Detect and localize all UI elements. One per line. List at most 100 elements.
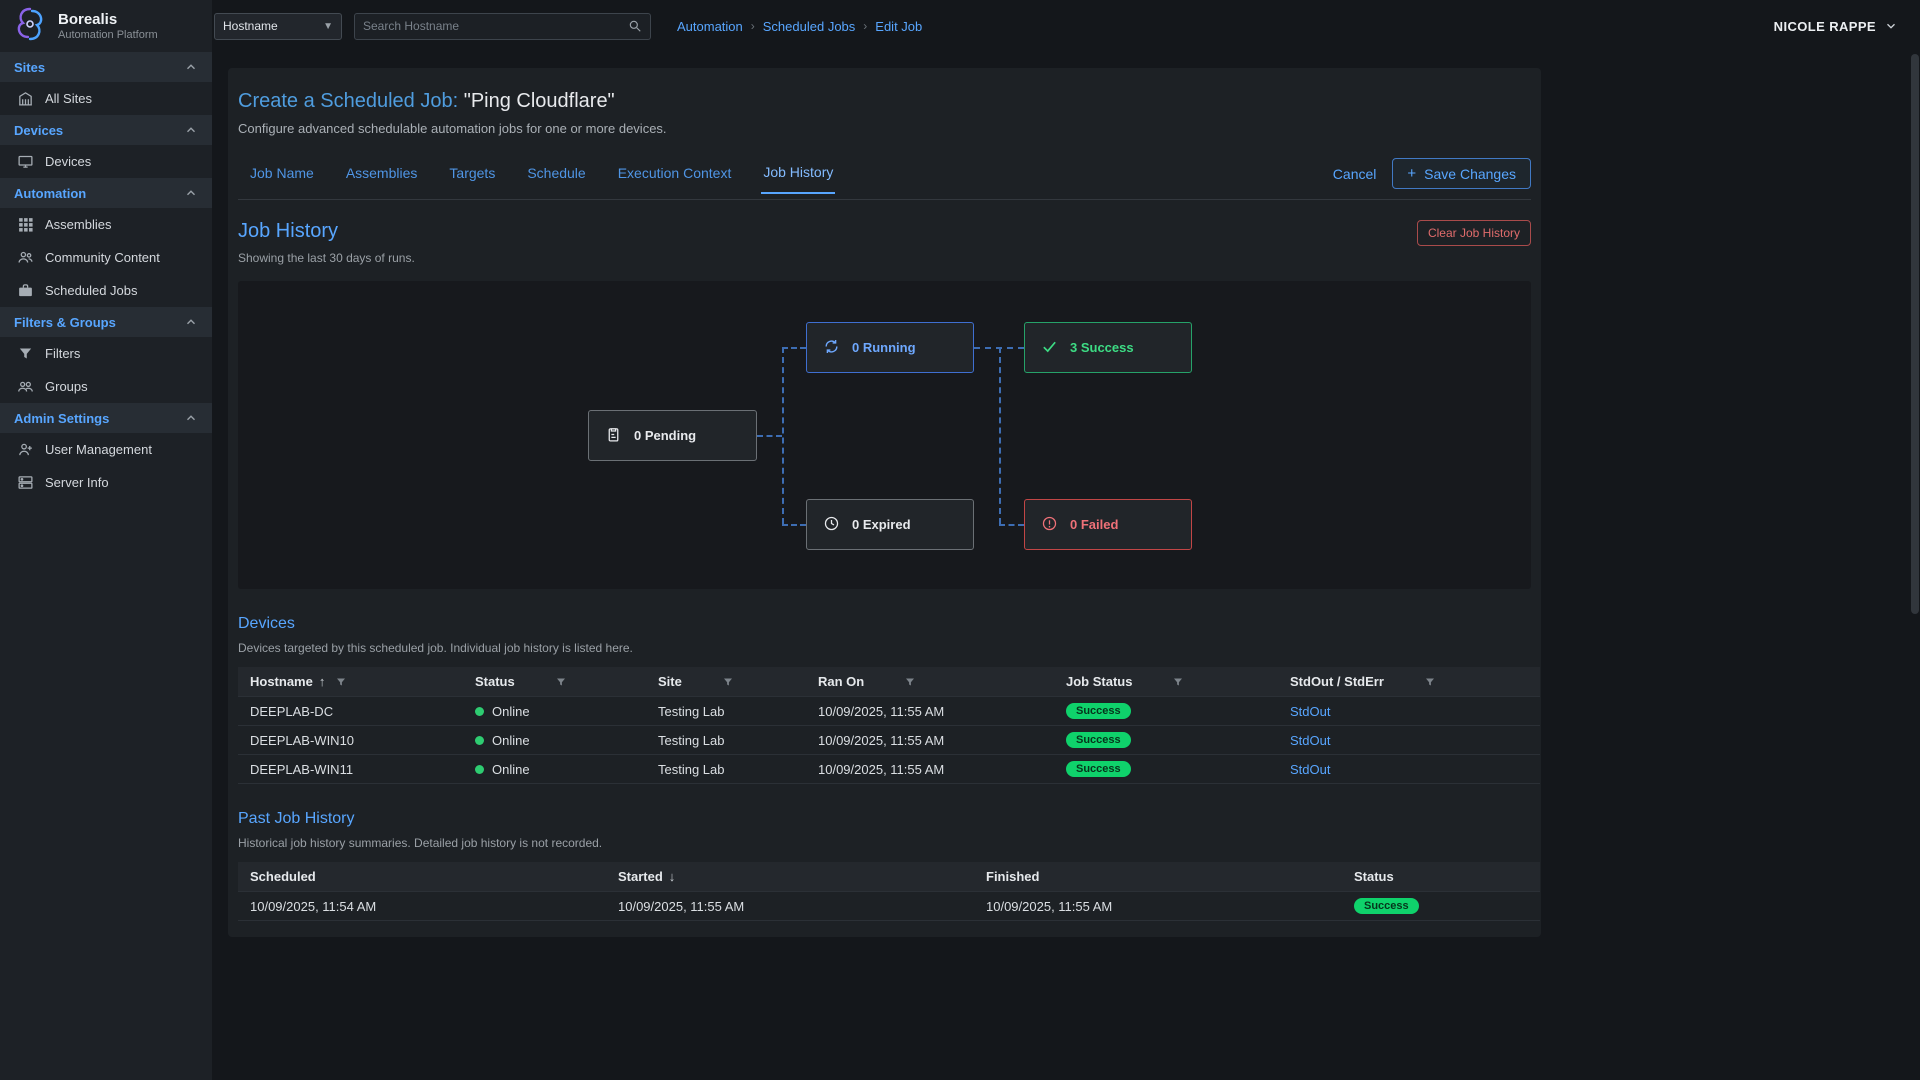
status-badge: Success bbox=[1354, 898, 1419, 914]
stdout-cell: StdOut bbox=[1278, 733, 1540, 748]
brand-text: Borealis Automation Platform bbox=[58, 11, 158, 40]
column-header-job-status[interactable]: Job Status bbox=[1054, 674, 1278, 689]
brand-name: Borealis bbox=[58, 11, 158, 28]
tab-execution-context[interactable]: Execution Context bbox=[616, 165, 734, 193]
column-header-stdout-stderr[interactable]: StdOut / StdErr bbox=[1278, 674, 1540, 689]
content-area: Create a Scheduled Job: "Ping Cloudflare… bbox=[212, 52, 1920, 1080]
section-label: Sites bbox=[14, 60, 45, 75]
failed-node: 0 Failed bbox=[1024, 499, 1192, 550]
tab-job-name[interactable]: Job Name bbox=[248, 165, 316, 193]
sidebar-section-filters-groups[interactable]: Filters & Groups bbox=[0, 307, 212, 337]
column-header-status[interactable]: Status bbox=[1342, 869, 1540, 884]
column-header-ran-on[interactable]: Ran On bbox=[806, 674, 1054, 689]
filter-icon[interactable] bbox=[1424, 676, 1436, 688]
past-job-history-heading: Past Job History bbox=[238, 810, 1531, 828]
sidebar-item-user-management[interactable]: User Management bbox=[0, 433, 212, 466]
save-changes-label: Save Changes bbox=[1424, 166, 1516, 182]
breadcrumb-automation[interactable]: Automation bbox=[677, 19, 743, 34]
tab-assemblies[interactable]: Assemblies bbox=[344, 165, 420, 193]
tab-schedule[interactable]: Schedule bbox=[525, 165, 587, 193]
connector-line bbox=[757, 435, 782, 437]
user-menu[interactable]: NICOLE RAPPE bbox=[1774, 19, 1898, 34]
column-header-scheduled[interactable]: Scheduled bbox=[238, 869, 606, 884]
devices-table: Hostname ↑ Status bbox=[238, 667, 1540, 784]
connector-line bbox=[782, 347, 784, 524]
briefcase-icon bbox=[16, 282, 34, 300]
hostname-select[interactable]: Hostname ▼ bbox=[214, 13, 342, 40]
sidebar-item-filters[interactable]: Filters bbox=[0, 337, 212, 370]
failed-label: 0 Failed bbox=[1070, 517, 1118, 532]
filter-icon[interactable] bbox=[335, 676, 347, 688]
sidebar-section-automation[interactable]: Automation bbox=[0, 178, 212, 208]
scrollbar-thumb[interactable] bbox=[1911, 54, 1919, 614]
tab-targets[interactable]: Targets bbox=[447, 165, 497, 193]
breadcrumb-scheduled-jobs[interactable]: Scheduled Jobs bbox=[763, 19, 856, 34]
pending-node: 0 Pending bbox=[588, 410, 757, 461]
job-status-cell: Success bbox=[1054, 732, 1278, 748]
table-row[interactable]: DEEPLAB-WIN11 Online Testing Lab 10/09/2… bbox=[238, 754, 1540, 783]
app-root: Borealis Automation Platform Sites All S… bbox=[0, 0, 1920, 1080]
community-icon bbox=[16, 249, 34, 267]
online-status-dot bbox=[475, 765, 484, 774]
ran-on-cell: 10/09/2025, 11:55 AM bbox=[806, 733, 1054, 748]
table-row[interactable]: DEEPLAB-WIN10 Online Testing Lab 10/09/2… bbox=[238, 725, 1540, 754]
clear-job-history-button[interactable]: Clear Job History bbox=[1417, 220, 1531, 246]
sidebar-item-label: Assemblies bbox=[45, 217, 111, 232]
funnel-icon bbox=[16, 345, 34, 363]
sidebar-item-community-content[interactable]: Community Content bbox=[0, 241, 212, 274]
ran-on-cell: 10/09/2025, 11:55 AM bbox=[806, 704, 1054, 719]
tab-job-history[interactable]: Job History bbox=[761, 164, 835, 194]
sidebar-item-server-info[interactable]: Server Info bbox=[0, 466, 212, 499]
table-row[interactable]: DEEPLAB-DC Online Testing Lab 10/09/2025… bbox=[238, 696, 1540, 725]
chevron-up-icon bbox=[184, 315, 198, 329]
sidebar-section-sites[interactable]: Sites bbox=[0, 52, 212, 82]
column-header-status[interactable]: Status bbox=[463, 674, 646, 689]
stdout-link[interactable]: StdOut bbox=[1290, 733, 1330, 748]
breadcrumb-separator: › bbox=[863, 19, 867, 33]
job-status-flow-diagram: 0 Pending 0 Running 3 Success bbox=[238, 281, 1531, 589]
sidebar-item-label: Server Info bbox=[45, 475, 109, 490]
filter-icon[interactable] bbox=[1172, 676, 1184, 688]
sidebar-section-devices[interactable]: Devices bbox=[0, 115, 212, 145]
connector-line bbox=[782, 347, 806, 349]
filter-icon[interactable] bbox=[904, 676, 916, 688]
sidebar-item-label: Filters bbox=[45, 346, 80, 361]
sidebar-item-scheduled-jobs[interactable]: Scheduled Jobs bbox=[0, 274, 212, 307]
past-table-header: Scheduled Started ↓ Finished Status bbox=[238, 862, 1540, 891]
stdout-link[interactable]: StdOut bbox=[1290, 762, 1330, 777]
column-header-hostname[interactable]: Hostname ↑ bbox=[238, 674, 463, 689]
sidebar-item-devices[interactable]: Devices bbox=[0, 145, 212, 178]
grid-icon bbox=[16, 216, 34, 234]
cancel-button[interactable]: Cancel bbox=[1333, 166, 1377, 182]
scrollbar[interactable] bbox=[1910, 0, 1920, 1080]
job-status-cell: Success bbox=[1054, 703, 1278, 719]
stdout-cell: StdOut bbox=[1278, 762, 1540, 777]
column-header-site[interactable]: Site bbox=[646, 674, 806, 689]
clipboard-icon bbox=[605, 426, 622, 446]
sidebar-item-all-sites[interactable]: All Sites bbox=[0, 82, 212, 115]
status-cell: Online bbox=[463, 762, 646, 777]
running-node: 0 Running bbox=[806, 322, 974, 373]
sidebar-item-assemblies[interactable]: Assemblies bbox=[0, 208, 212, 241]
tab-bar: Job Name Assemblies Targets Schedule Exe… bbox=[238, 158, 1531, 200]
search-input[interactable] bbox=[363, 19, 628, 33]
breadcrumb-edit-job[interactable]: Edit Job bbox=[875, 19, 922, 34]
column-header-started[interactable]: Started ↓ bbox=[606, 869, 974, 884]
hostname-cell: DEEPLAB-DC bbox=[238, 704, 463, 719]
stdout-cell: StdOut bbox=[1278, 704, 1540, 719]
column-header-finished[interactable]: Finished bbox=[974, 869, 1342, 884]
filter-icon[interactable] bbox=[722, 676, 734, 688]
clock-icon bbox=[823, 515, 840, 535]
status-badge: Success bbox=[1066, 703, 1131, 719]
caret-down-icon: ▼ bbox=[323, 21, 333, 32]
sidebar-section-admin-settings[interactable]: Admin Settings bbox=[0, 403, 212, 433]
online-status-dot bbox=[475, 736, 484, 745]
stdout-link[interactable]: StdOut bbox=[1290, 704, 1330, 719]
filter-icon[interactable] bbox=[555, 676, 567, 688]
search-icon[interactable] bbox=[628, 19, 642, 33]
sidebar-item-groups[interactable]: Groups bbox=[0, 370, 212, 403]
table-row[interactable]: 10/09/2025, 11:54 AM 10/09/2025, 11:55 A… bbox=[238, 891, 1540, 920]
save-changes-button[interactable]: + Save Changes bbox=[1392, 158, 1531, 189]
user-name: NICOLE RAPPE bbox=[1774, 19, 1876, 34]
site-cell: Testing Lab bbox=[646, 762, 806, 777]
